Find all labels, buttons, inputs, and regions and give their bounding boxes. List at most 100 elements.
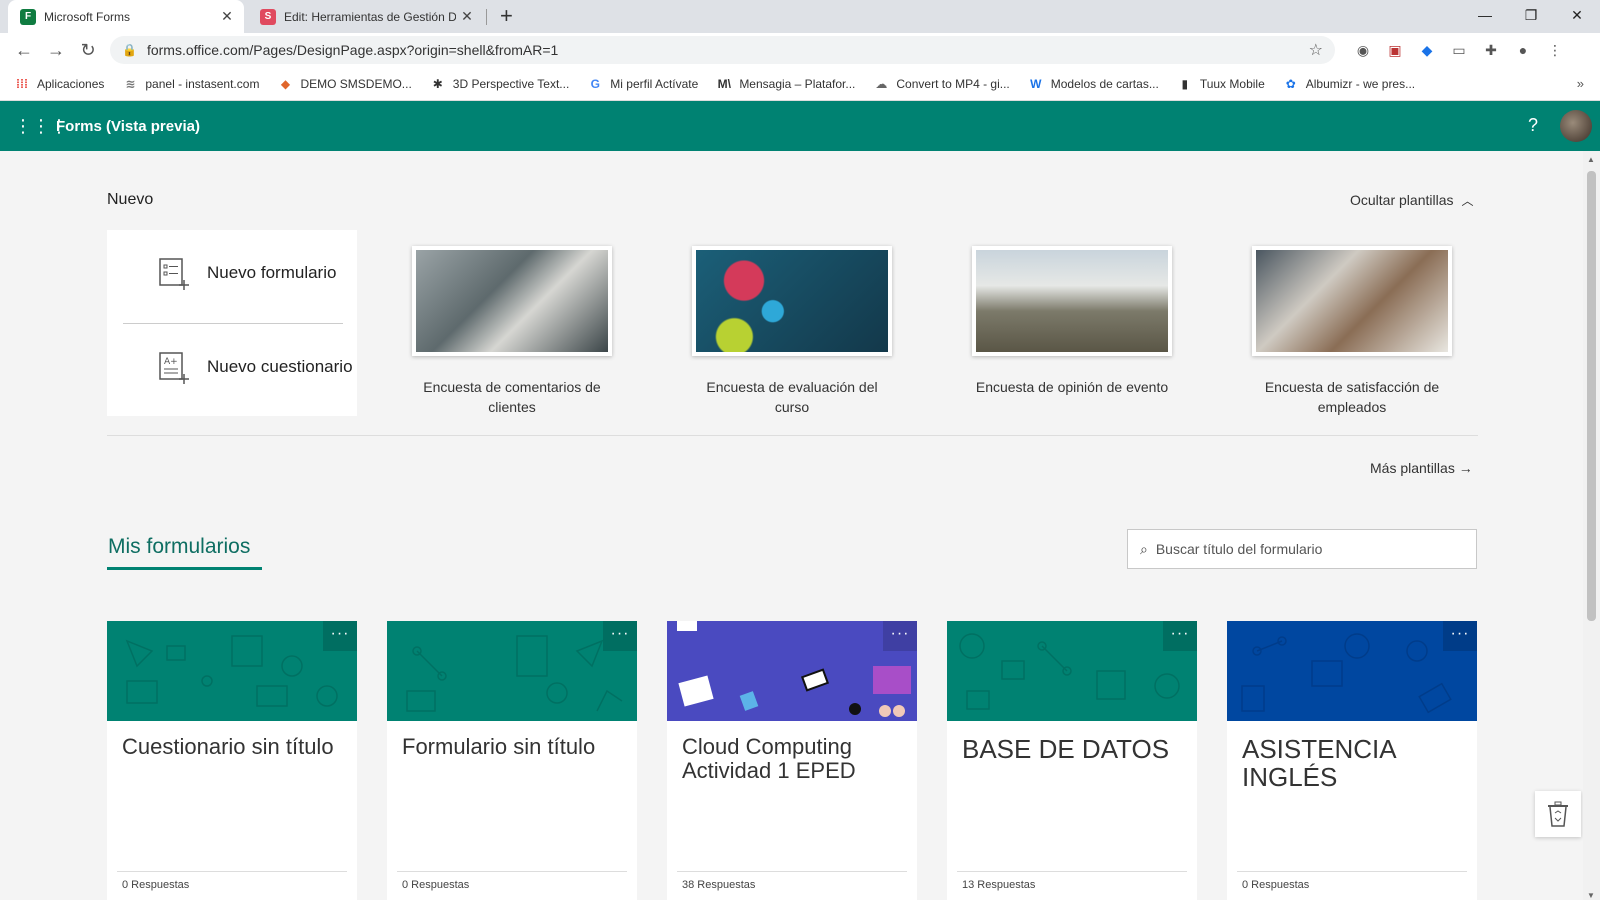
forms-app-bar: ⋮⋮⋮ Forms (Vista previa) ? [0,101,1600,151]
bookmark-instasent[interactable]: ≋ panel - instasent.com [122,77,259,91]
back-icon[interactable]: ← [8,40,40,61]
bookmark-3d-perspective[interactable]: ✱ 3D Perspective Text... [430,77,570,91]
cloud-icon: ☁ [875,76,888,91]
svg-text:A+: A+ [164,357,178,367]
card-divider [677,871,907,872]
extension-cast-icon[interactable]: ▭ [1443,42,1475,59]
card-title: ASISTENCIA INGLÉS [1242,734,1396,792]
user-avatar[interactable] [1560,110,1592,142]
card-banner: ··· [387,621,637,721]
card-responses: 0 Respuestas [122,879,190,891]
app-title[interactable]: Forms (Vista previa) [56,118,200,135]
form-card-cuestionario[interactable]: ··· Cuestionario sin título 0 Respuestas [107,621,357,900]
extensions-area: ◉ ▣ ◆ ▭ ✚ ● ⋮ [1347,42,1571,59]
bookmark-demo-sms[interactable]: ◆ DEMO SMSDEMO... [277,76,412,91]
card-responses: 13 Respuestas [962,879,1036,891]
scrollbar-thumb[interactable] [1587,171,1596,621]
bookmark-mensagia[interactable]: M\ Mensagia – Platafor... [716,77,856,91]
google-icon: G [590,76,600,91]
bookmark-mi-perfil[interactable]: G Mi perfil Actívate [587,76,699,91]
template-customer-feedback[interactable]: Encuesta de comentarios de clientes [412,246,612,417]
recycle-bin-button[interactable] [1535,791,1581,837]
bookmarks-bar: ⁞⁞⁞ Aplicaciones ≋ panel - instasent.com ◆… [0,67,1600,101]
help-icon[interactable]: ? [1528,115,1538,136]
form-card-asistencia-ingles[interactable]: ··· ASISTENCIA INGLÉS 0 Respuestas [1227,621,1477,900]
reload-icon[interactable]: ↻ [72,40,104,61]
scroll-up-icon[interactable]: ▲ [1587,155,1595,164]
extension-pdf-icon[interactable]: ▣ [1379,42,1411,59]
bookmark-convert-mp4[interactable]: ☁ Convert to MP4 - gi... [873,77,1009,91]
card-more-options-icon[interactable]: ··· [323,621,357,651]
browser-tab-bar: F Microsoft Forms ✕ S Edit: Herramientas… [0,0,1600,33]
close-tab-icon[interactable]: ✕ [456,8,478,25]
tab-separator [486,9,487,25]
extensions-puzzle-icon[interactable]: ✚ [1475,42,1507,59]
banner-illustration [677,621,911,717]
form-card-formulario[interactable]: ··· Formulario sin título 0 Respuestas [387,621,637,900]
bookmark-modelos-cartas[interactable]: W Modelos de cartas... [1028,77,1159,91]
template-event-feedback[interactable]: Encuesta de opinión de evento [972,246,1172,397]
bookmark-albumizr[interactable]: ✿ Albumizr - we pres... [1283,77,1415,91]
card-more-options-icon[interactable]: ··· [603,621,637,651]
bookmark-star-icon[interactable]: ☆ [1309,40,1323,60]
search-forms-box[interactable]: ⌕ Buscar título del formulario [1127,529,1477,569]
card-divider [397,871,627,872]
template-caption: Encuesta de satisfacción de empleados [1264,379,1440,415]
bookmarks-overflow-icon[interactable]: » [1577,76,1584,91]
new-quiz-button[interactable]: A+ Nuevo cuestionario [157,350,353,384]
tab-edit-herramientas[interactable]: S Edit: Herramientas de Gestión Di ✕ [248,0,484,33]
profile-avatar-icon[interactable]: ● [1507,42,1539,59]
card-title: Cuestionario sin título [122,734,334,759]
card-banner: ··· [1227,621,1477,721]
search-input[interactable]: Buscar título del formulario [1156,541,1323,557]
address-bar-row: ← → ↻ 🔒 forms.office.com/Pages/DesignPag… [0,33,1600,67]
new-form-button[interactable]: Nuevo formulario [157,256,336,290]
card-responses: 0 Respuestas [1242,879,1310,891]
recycle-bin-icon [1548,801,1568,827]
browser-menu-icon[interactable]: ⋮ [1539,42,1571,59]
card-more-options-icon[interactable]: ··· [1163,621,1197,651]
lock-icon[interactable]: 🔒 [122,43,137,57]
template-thumbnail [692,246,892,356]
extension-shield-icon[interactable]: ◉ [1347,42,1379,59]
tab-microsoft-forms[interactable]: F Microsoft Forms ✕ [8,0,244,33]
app-launcher-icon[interactable]: ⋮⋮⋮ [14,116,68,137]
tab-title: Edit: Herramientas de Gestión Di [284,9,456,24]
arrow-right-icon: → [1458,460,1473,476]
banner-pattern [406,635,623,712]
card-more-options-icon[interactable]: ··· [1443,621,1477,651]
forward-icon[interactable]: → [40,40,72,61]
bookmark-label: Mi perfil Actívate [610,76,699,91]
extension-puzzle-blue-icon[interactable]: ◆ [1411,42,1443,59]
search-icon: ⌕ [1140,540,1148,557]
chevron-up-icon: ︿ [1461,194,1474,208]
close-window-icon[interactable]: ✕ [1554,0,1600,30]
spider-icon: ✱ [432,76,443,91]
template-caption: Encuesta de evaluación del curso [706,379,878,415]
bookmark-label: DEMO SMSDEMO... [300,76,412,91]
bookmark-label: 3D Perspective Text... [452,76,570,91]
card-divider [1237,871,1467,872]
card-more-options-icon[interactable]: ··· [883,621,917,651]
my-forms-tab[interactable]: Mis formularios [108,535,250,559]
close-tab-icon[interactable]: ✕ [216,8,238,25]
template-thumbnail [412,246,612,356]
page-scrollbar[interactable]: ▲ ▼ [1583,151,1600,900]
bookmark-aplicaciones[interactable]: ⁞⁞⁞ Aplicaciones [14,77,104,91]
new-form-icon [159,258,189,290]
hide-templates-button[interactable]: Ocultar plantillas ︿ [1350,192,1474,209]
minimize-icon[interactable]: — [1462,0,1508,30]
form-card-cloud-computing[interactable]: ··· Cloud Computing Actividad 1 EPED 38 … [667,621,917,900]
template-employee-satisfaction[interactable]: Encuesta de satisfacción de empleados [1252,246,1452,417]
more-templates-link[interactable]: Más plantillas → [1370,460,1473,476]
restore-icon[interactable]: ❐ [1508,0,1554,30]
template-course-evaluation[interactable]: Encuesta de evaluación del curso [692,246,892,417]
w-icon: W [1030,76,1042,91]
bookmark-tuux[interactable]: ▮ Tuux Mobile [1177,77,1265,91]
url-field[interactable]: 🔒 forms.office.com/Pages/DesignPage.aspx… [110,36,1335,64]
new-tab-icon[interactable]: + [500,4,513,28]
bookmark-label: Albumizr - we pres... [1305,76,1416,91]
scroll-down-icon[interactable]: ▼ [1587,891,1595,900]
form-card-base-de-datos[interactable]: ··· BASE DE DATOS 13 Respuestas [947,621,1197,900]
card-title: Cloud Computing Actividad 1 EPED [682,734,856,783]
